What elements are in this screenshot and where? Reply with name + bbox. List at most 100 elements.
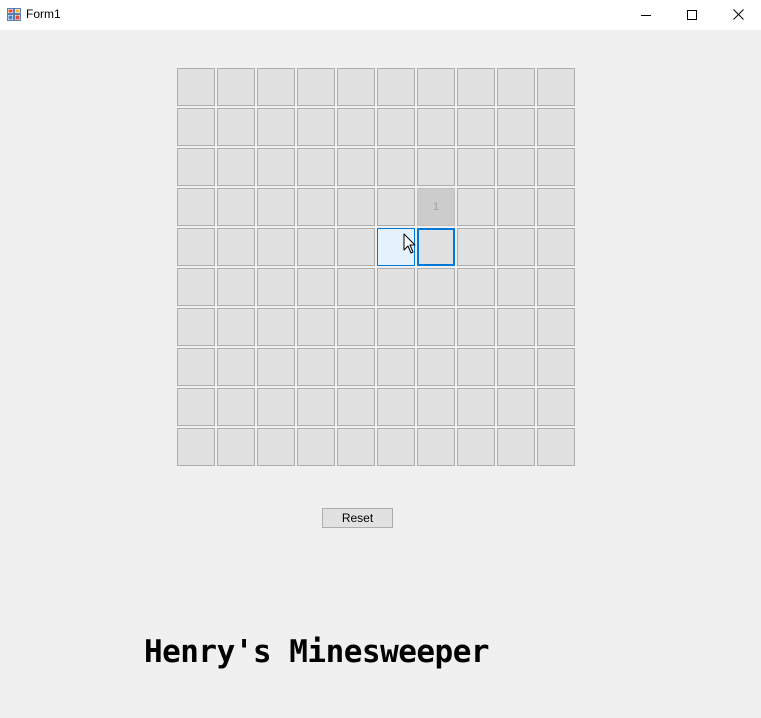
mine-cell[interactable] (257, 108, 295, 146)
mine-cell[interactable] (417, 428, 455, 466)
mine-cell[interactable] (217, 348, 255, 386)
mine-cell[interactable] (337, 148, 375, 186)
mine-cell[interactable] (217, 388, 255, 426)
mine-cell[interactable] (337, 108, 375, 146)
mine-cell[interactable] (177, 148, 215, 186)
close-button[interactable] (715, 0, 761, 29)
mine-cell[interactable] (377, 308, 415, 346)
mine-cell[interactable] (457, 388, 495, 426)
mine-cell[interactable] (457, 308, 495, 346)
mine-cell[interactable] (457, 228, 495, 266)
mine-cell[interactable] (297, 68, 335, 106)
mine-cell[interactable] (297, 108, 335, 146)
mine-cell[interactable] (337, 268, 375, 306)
mine-cell[interactable] (257, 268, 295, 306)
mine-cell-focused[interactable] (417, 228, 455, 266)
mine-cell[interactable] (297, 188, 335, 226)
mine-cell[interactable] (177, 388, 215, 426)
mine-cell[interactable] (217, 68, 255, 106)
minimize-button[interactable] (623, 0, 669, 29)
mine-cell[interactable] (537, 108, 575, 146)
mine-cell[interactable] (177, 348, 215, 386)
mine-cell[interactable] (457, 108, 495, 146)
mine-cell[interactable] (217, 228, 255, 266)
mine-cell[interactable] (257, 348, 295, 386)
mine-cell[interactable] (257, 148, 295, 186)
mine-cell[interactable] (417, 268, 455, 306)
mine-cell[interactable] (537, 188, 575, 226)
mine-cell[interactable] (217, 148, 255, 186)
mine-cell[interactable] (177, 228, 215, 266)
mine-cell[interactable] (257, 428, 295, 466)
mine-cell[interactable] (377, 268, 415, 306)
mine-cell[interactable] (337, 188, 375, 226)
mine-cell[interactable] (217, 108, 255, 146)
mine-cell[interactable] (377, 388, 415, 426)
mine-cell[interactable] (257, 68, 295, 106)
mine-cell[interactable] (537, 68, 575, 106)
mine-cell[interactable] (457, 148, 495, 186)
mine-cell[interactable] (457, 428, 495, 466)
mine-cell[interactable] (417, 348, 455, 386)
mine-cell[interactable] (337, 428, 375, 466)
mine-cell-revealed[interactable]: 1 (417, 188, 455, 226)
mine-cell[interactable] (497, 388, 535, 426)
mine-cell[interactable] (297, 268, 335, 306)
mine-cell[interactable] (537, 148, 575, 186)
mine-cell[interactable] (297, 348, 335, 386)
mine-cell[interactable] (417, 148, 455, 186)
mine-cell[interactable] (257, 308, 295, 346)
mine-cell[interactable] (537, 268, 575, 306)
mine-cell[interactable] (497, 348, 535, 386)
mine-cell[interactable] (297, 228, 335, 266)
mine-cell[interactable] (377, 108, 415, 146)
mine-cell[interactable] (337, 308, 375, 346)
mine-cell[interactable] (297, 148, 335, 186)
mine-cell[interactable] (417, 388, 455, 426)
mine-cell[interactable] (337, 348, 375, 386)
mine-cell[interactable] (537, 348, 575, 386)
mine-cell[interactable] (497, 268, 535, 306)
mine-cell[interactable] (537, 388, 575, 426)
mine-cell[interactable] (337, 228, 375, 266)
mine-cell[interactable] (297, 428, 335, 466)
mine-cell[interactable] (257, 228, 295, 266)
mine-cell[interactable] (177, 268, 215, 306)
mine-cell[interactable] (497, 148, 535, 186)
mine-cell[interactable] (217, 188, 255, 226)
mine-cell[interactable] (417, 308, 455, 346)
mine-cell[interactable] (537, 428, 575, 466)
mine-cell[interactable] (177, 308, 215, 346)
mine-cell[interactable] (537, 308, 575, 346)
mine-cell[interactable] (537, 228, 575, 266)
mine-cell[interactable] (217, 268, 255, 306)
mine-cell[interactable] (497, 68, 535, 106)
mine-cell[interactable] (417, 68, 455, 106)
mine-cell[interactable] (377, 348, 415, 386)
maximize-button[interactable] (669, 0, 715, 29)
mine-cell[interactable] (377, 188, 415, 226)
mine-cell[interactable] (217, 308, 255, 346)
reset-button[interactable]: Reset (322, 508, 393, 528)
mine-cell[interactable] (377, 428, 415, 466)
mine-cell[interactable] (497, 428, 535, 466)
mine-cell[interactable] (377, 148, 415, 186)
mine-cell[interactable] (297, 308, 335, 346)
mine-cell[interactable] (457, 348, 495, 386)
mine-cell[interactable] (457, 68, 495, 106)
mine-cell[interactable] (417, 108, 455, 146)
mine-cell[interactable] (457, 188, 495, 226)
mine-cell[interactable] (177, 68, 215, 106)
mine-cell[interactable] (177, 428, 215, 466)
mine-cell[interactable] (377, 68, 415, 106)
mine-cell[interactable] (337, 388, 375, 426)
mine-cell[interactable] (257, 388, 295, 426)
mine-cell-hovered[interactable] (377, 228, 415, 266)
mine-cell[interactable] (497, 308, 535, 346)
mine-cell[interactable] (257, 188, 295, 226)
mine-cell[interactable] (337, 68, 375, 106)
mine-cell[interactable] (457, 268, 495, 306)
mine-cell[interactable] (497, 108, 535, 146)
mine-cell[interactable] (497, 228, 535, 266)
mine-cell[interactable] (217, 428, 255, 466)
